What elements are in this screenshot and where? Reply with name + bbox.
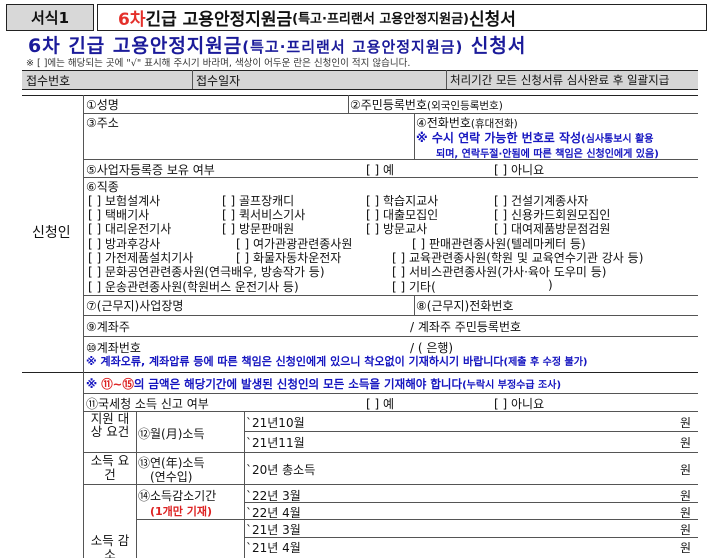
month-2-won: 원 (680, 436, 692, 450)
form-badge: 서식1 (6, 4, 94, 31)
income-req-label: 소득 요건 (90, 453, 130, 482)
address-label: ③주소 (86, 116, 119, 130)
monthly-income-label: ⑫월(月)소득 (138, 427, 205, 441)
annual-income-sub: (연수입) (150, 470, 193, 484)
tax-yes-checkbox[interactable]: [ ] 예 (366, 395, 394, 412)
annual-won: 원 (680, 463, 692, 477)
account-owner-label: ⑨계좌주 (86, 320, 130, 334)
page-title-paren: (특고·프리랜서 고용안정지원금) (242, 38, 464, 56)
rrn-label: ②주민등록번호(외국인등록번호) (350, 96, 503, 113)
page-title: 6차 긴급 고용안정지원금(특고·프리랜서 고용안정지원금) 신청서 (28, 31, 526, 58)
month-2-label: `21년11월 (246, 436, 305, 450)
job-transport[interactable]: [ ] 운송관련종사원(학원버스 운전기사 등) (88, 278, 299, 295)
workplace-phone-label: ⑧(근무지)전화번호 (416, 299, 514, 313)
income-notice-small: (누락시 부정수급 조사) (462, 380, 562, 391)
biz-registration-label: ⑤사업자등록증 보유 여부 (86, 163, 215, 177)
income-notice-prefix: ※ (86, 377, 102, 391)
month-1-label: `21년10월 (246, 416, 305, 430)
decrease-3-label: `21년 3월 (246, 523, 301, 537)
biz-no-checkbox[interactable]: [ ] 아니요 (494, 161, 544, 178)
month-1-won: 원 (680, 416, 692, 430)
form-title-box: 6차 긴급 고용안정지원금 (특고·프리랜서 고용안정지원금) 신청서 (97, 4, 707, 31)
decrease-req-label: 소득 감소 (90, 533, 130, 558)
tax-filing-label: ⑪국세청 소득 신고 여부 (86, 397, 209, 411)
phone-note-main: ※ 수시 연락 가능한 번호로 작성 (416, 131, 582, 145)
receipt-date-label: 접수일자 (196, 74, 241, 88)
income-notice-main: 의 금액은 해당기간에 발생된 신청인의 모든 소득을 기재해야 합니다 (133, 377, 463, 391)
tax-no-checkbox[interactable]: [ ] 아니요 (494, 395, 544, 412)
form-title-prefix: 6차 (118, 10, 146, 30)
support-req-label: 지원 대상 요건 (90, 411, 130, 439)
phone-note: ※ 수시 연락 가능한 번호로 작성(심사통보시 활용 (416, 129, 654, 146)
rrn-label-sub: (외국인등록번호) (427, 100, 503, 112)
income-notice-range: ⑪~⑮ (101, 377, 134, 391)
account-note-main: ※ 계좌오류, 계좌압류 등에 따른 책임은 신청인에게 있으니 착오없이 기재… (86, 355, 504, 368)
top-bar: 서식1 (6, 4, 94, 32)
form-title-paren: (특고·프리랜서 고용안정지원금) (292, 12, 469, 27)
phone-note-small: (심사통보시 활용 (581, 134, 654, 145)
page-title-prefix: 6차 긴급 고용안정지원금 (28, 35, 243, 57)
rrn-label-text: ②주민등록번호 (350, 98, 427, 112)
decrease-3-won: 원 (680, 523, 692, 537)
decrease-4-won: 원 (680, 541, 692, 555)
phone-note-line2: 되며, 연락두절·안됨에 따른 책임은 신청인에게 있음) (436, 149, 659, 160)
decrease-period-note: (1개만 기재) (150, 505, 213, 518)
job-other-close: ) (548, 278, 553, 292)
page-title-suffix: 신청서 (463, 35, 527, 57)
form-title-main: 긴급 고용안정지원금 (145, 10, 293, 30)
name-label: ①성명 (86, 98, 119, 112)
income-notice: ※ ⑪~⑮의 금액은 해당기간에 발생된 신청인의 모든 소득을 기재해야 합니… (86, 376, 561, 392)
annual-year-label: `20년 총소득 (246, 463, 316, 477)
instruction-note: ※ [ ]에는 해당되는 곳에 "√" 표시해 주시기 바라며, 색상이 어두운… (26, 58, 411, 69)
account-owner-rrn-label: / 계좌주 주민등록번호 (410, 320, 522, 334)
biz-yes-checkbox[interactable]: [ ] 예 (366, 161, 394, 178)
account-note: ※ 계좌오류, 계좌압류 등에 따른 책임은 신청인에게 있으니 착오없이 기재… (86, 353, 588, 369)
form-title-suffix: 신청서 (468, 10, 516, 30)
decrease-period-label: ⑭소득감소기간 (138, 489, 217, 503)
workplace-label: ⑦(근무지)사업장명 (86, 299, 184, 313)
phone-label-text: ④전화번호 (416, 116, 471, 130)
account-note-small: (제출 후 수정 불가) (503, 357, 588, 368)
receipt-number-label: 접수번호 (26, 74, 71, 88)
processing-period-label: 처리기간 모든 신청서류 심사완료 후 일괄지급 (450, 73, 670, 87)
job-other[interactable]: [ ] 기타( (392, 278, 436, 295)
applicant-section-label: 신청인 (32, 225, 71, 241)
decrease-4-label: `21년 4월 (246, 541, 301, 555)
